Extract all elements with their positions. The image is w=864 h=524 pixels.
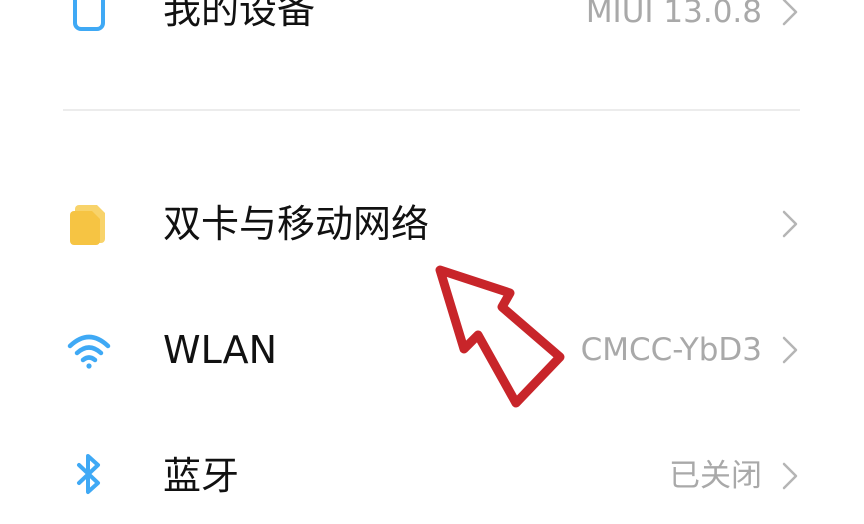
sim-card-icon <box>66 201 112 247</box>
phone-outline-icon <box>66 0 112 33</box>
chevron-right-icon <box>782 210 798 238</box>
settings-item-value: 已关闭 <box>669 458 762 494</box>
chevron-right-icon <box>782 0 798 26</box>
bluetooth-icon <box>66 452 112 498</box>
settings-item-value: CMCC-YbD3 <box>580 332 762 368</box>
hand-drawn-arrow-icon <box>435 265 565 408</box>
settings-item-label: 双卡与移动网络 <box>163 202 430 246</box>
settings-item-label: WLAN <box>163 328 278 372</box>
chevron-right-icon <box>782 336 798 364</box>
settings-item-label: 蓝牙 <box>163 454 240 498</box>
settings-item-value: MIUI 13.0.8 <box>585 0 762 30</box>
settings-item-bluetooth[interactable]: 蓝牙 已关闭 <box>0 428 864 524</box>
wifi-icon <box>66 327 112 373</box>
section-divider <box>63 109 800 111</box>
settings-item-my-device[interactable]: 我的设备 MIUI 13.0.8 <box>0 0 864 58</box>
chevron-right-icon <box>782 462 798 490</box>
settings-item-label: 我的设备 <box>163 0 316 32</box>
